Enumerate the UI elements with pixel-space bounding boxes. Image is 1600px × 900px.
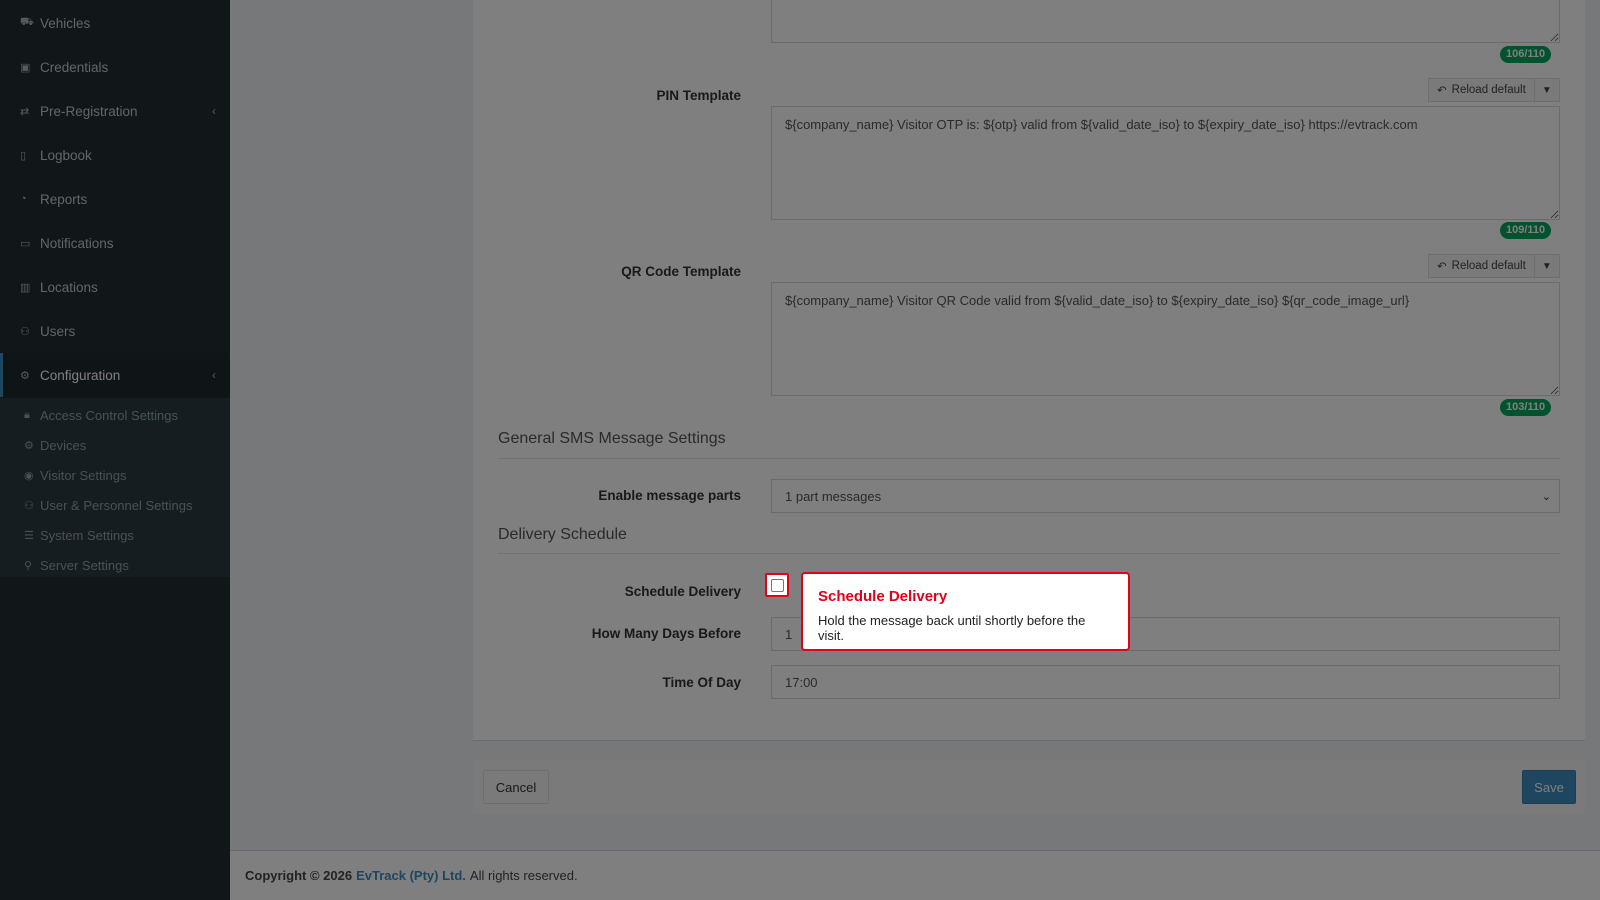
schedule-delivery-highlight[interactable]	[765, 573, 789, 597]
tour-overlay	[0, 0, 1600, 900]
tooltip-body: Hold the message back until shortly befo…	[818, 613, 1086, 643]
tooltip-title: Schedule Delivery	[818, 588, 948, 605]
tour-tooltip: Schedule Delivery Hold the message back …	[801, 572, 1130, 651]
